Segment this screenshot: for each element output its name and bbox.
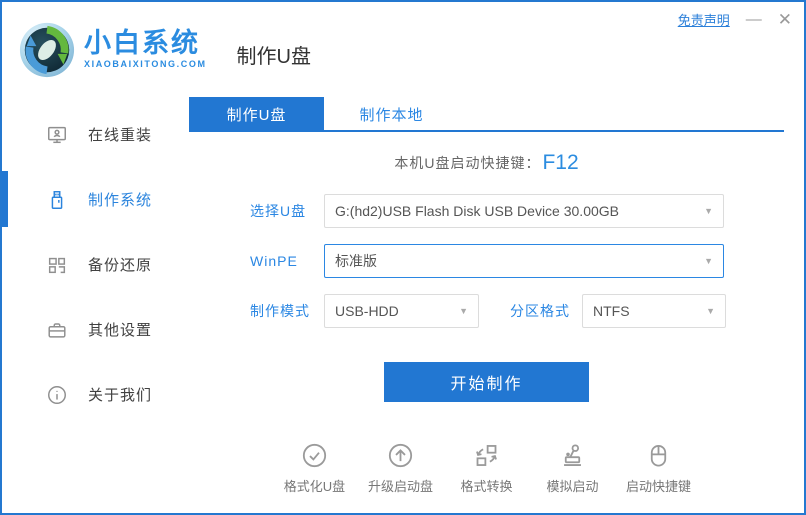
app-logo: 小白系统 XIAOBAIXITONG.COM [18,21,207,79]
partition-select-label: 分区格式 [510,303,570,319]
chevron-down-icon: ▼ [459,306,468,316]
header: 小白系统 XIAOBAIXITONG.COM 制作U盘 免责声明 — ✕ [2,2,804,97]
logo-sphere-icon [19,22,75,77]
tool-label: 格式化U盘 [283,479,346,494]
mode-select-dropdown[interactable]: USB-HDD ▼ [324,294,479,328]
tool-label: 模拟启动 [546,479,599,494]
usb-select-value: G:(hd2)USB Flash Disk USB Device 30.00GB [335,203,619,219]
sidebar-item-label: 制作系统 [88,192,153,209]
window-controls: 免责声明 — ✕ [678,10,792,29]
tools-row: 格式化U盘 升级启动盘 格式转换 模拟启动 启动快捷键 [189,442,784,495]
stamp-icon [564,444,581,466]
boot-hotkey-label: 本机U盘启动快捷键： [394,155,541,171]
brand-name: 小白系统 [84,28,200,59]
sidebar-item-backup-restore[interactable]: 备份还原 [2,232,189,297]
partition-select-dropdown[interactable]: NTFS ▼ [582,294,726,328]
sidebar: 在线重装 制作系统 备份还原 其他设置 关于我们 [2,97,189,513]
winpe-select-dropdown[interactable]: 标准版 ▼ [324,244,724,278]
boot-hotkey-value: F12 [542,151,579,174]
tab-make-usb[interactable]: 制作U盘 [189,97,324,132]
tool-format-convert[interactable]: 格式转换 [448,442,526,495]
disclaimer-link[interactable]: 免责声明 [678,10,730,29]
minimize-button[interactable]: — [746,11,762,28]
close-button[interactable]: ✕ [778,11,792,28]
monitor-icon [48,126,66,143]
mode-select-value: USB-HDD [335,303,399,319]
winpe-select-label: WinPE [250,253,298,269]
chevron-down-icon: ▼ [704,256,713,266]
tab-bar: 制作U盘 制作本地 [189,97,784,132]
tool-boot-hotkey[interactable]: 启动快捷键 [620,442,698,495]
app-window: 小白系统 XIAOBAIXITONG.COM 制作U盘 免责声明 — ✕ 在线重… [0,0,806,515]
sidebar-item-label: 在线重装 [88,127,153,144]
winpe-select-value: 标准版 [335,253,377,269]
sidebar-item-label: 备份还原 [88,257,153,274]
briefcase-icon [48,322,66,338]
tool-label: 升级启动盘 [367,479,433,494]
sidebar-item-label: 其他设置 [88,322,153,339]
brand-text: 小白系统 XIAOBAIXITONG.COM [84,29,207,70]
grid-icon [48,257,66,273]
sidebar-item-other-settings[interactable]: 其他设置 [2,297,189,362]
mouse-icon [650,445,667,467]
start-make-button[interactable]: 开始制作 [384,362,589,402]
sidebar-item-online-reinstall[interactable]: 在线重装 [2,102,189,167]
usb-select-dropdown[interactable]: G:(hd2)USB Flash Disk USB Device 30.00GB… [324,194,724,228]
winpe-select-row: WinPE 标准版 ▼ [189,244,784,278]
check-circle-icon [302,443,327,468]
chevron-down-icon: ▼ [706,306,715,316]
sidebar-item-about-us[interactable]: 关于我们 [2,362,189,427]
boot-hotkey-line: 本机U盘启动快捷键： F12 [189,148,784,178]
tool-format-usb[interactable]: 格式化U盘 [276,442,354,495]
chevron-down-icon: ▼ [704,206,713,216]
tab-make-local[interactable]: 制作本地 [324,97,459,132]
brand-domain: XIAOBAIXITONG.COM [84,59,207,70]
tool-label: 格式转换 [460,479,513,494]
usb-select-row: 选择U盘 G:(hd2)USB Flash Disk USB Device 30… [189,194,784,228]
sidebar-item-make-system[interactable]: 制作系统 [2,167,189,232]
page-title: 制作U盘 [236,46,311,68]
info-icon [48,385,66,404]
usb-drive-icon [51,190,63,209]
tool-simulate-boot[interactable]: 模拟启动 [534,442,612,495]
tool-label: 启动快捷键 [625,479,691,494]
mode-partition-row: 制作模式 USB-HDD ▼ 分区格式 NTFS ▼ [189,294,784,328]
main-content: 制作U盘 制作本地 本机U盘启动快捷键： F12 选择U盘 G:(hd2)USB… [189,97,784,513]
tool-upgrade-boot-disk[interactable]: 升级启动盘 [362,442,440,495]
usb-select-label: 选择U盘 [250,203,307,219]
mode-select-label: 制作模式 [250,303,310,319]
arrow-up-circle-icon [388,443,413,468]
convert-icon [476,445,497,466]
partition-select-value: NTFS [593,303,630,319]
sidebar-item-label: 关于我们 [88,387,153,404]
